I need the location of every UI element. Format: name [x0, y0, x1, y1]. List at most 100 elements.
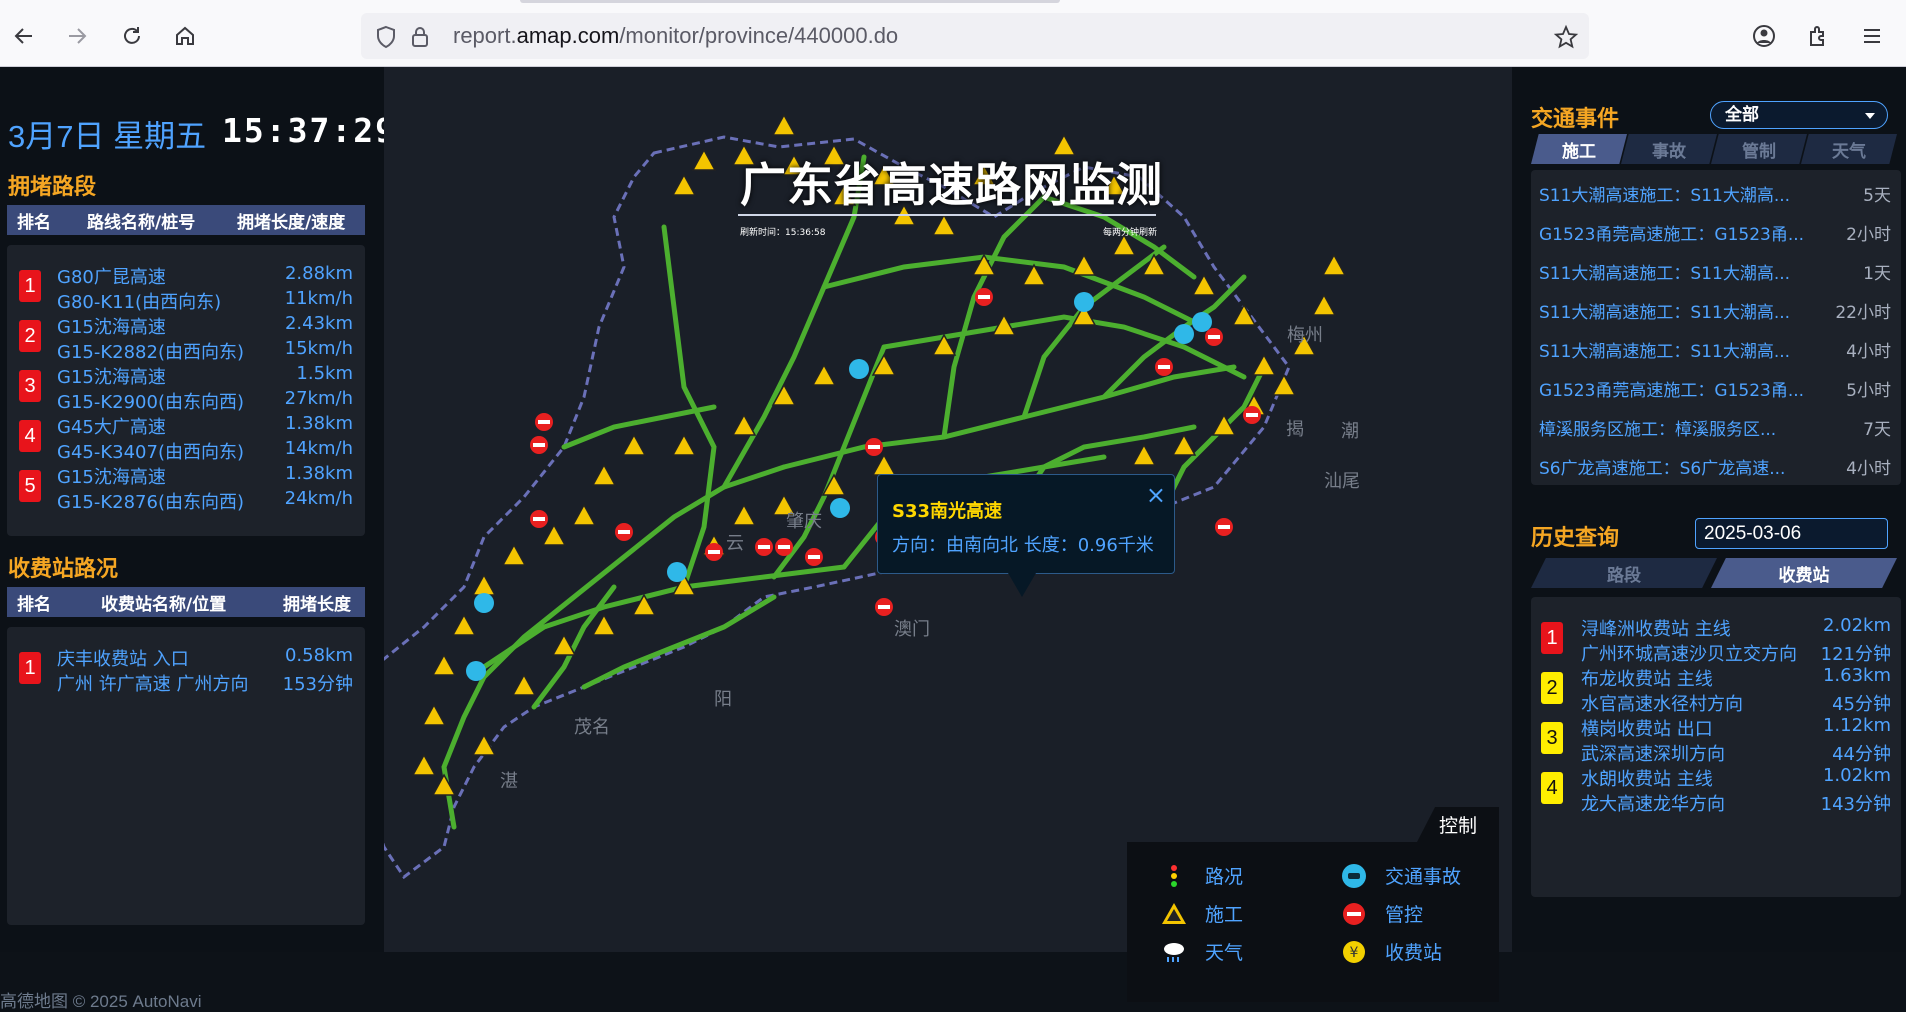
- account-button[interactable]: [1746, 18, 1782, 54]
- highway-segment[interactable]: [441, 464, 787, 830]
- construction-marker-icon[interactable]: [771, 113, 797, 136]
- url-text[interactable]: report.amap.com/monitor/province/440000.…: [453, 23, 898, 49]
- accident-marker-icon[interactable]: [830, 498, 850, 518]
- lock-icon[interactable]: [407, 24, 433, 50]
- back-button[interactable]: [6, 18, 42, 54]
- construction-marker-icon[interactable]: [1271, 373, 1297, 396]
- event-item[interactable]: S11大潮高速施工：S11大潮高... 5天: [1531, 174, 1901, 213]
- accident-marker-icon[interactable]: [1192, 312, 1212, 332]
- construction-marker-icon[interactable]: [431, 773, 457, 796]
- history-toll-row[interactable]: 4 水朗收费站 主线 龙大高速龙华方向 1.02km 143分钟: [1531, 759, 1901, 820]
- construction-marker-icon[interactable]: [551, 633, 577, 656]
- highway-segment[interactable]: [781, 364, 1237, 470]
- construction-marker-icon[interactable]: [1111, 233, 1137, 256]
- legend-item-construction[interactable]: 施工: [1161, 900, 1243, 927]
- menu-button[interactable]: [1854, 18, 1890, 54]
- highway-segment[interactable]: [531, 584, 617, 710]
- event-list[interactable]: S11大潮高速施工：S11大潮高... 5天 G1523甬莞高速施工：G1523甬.…: [1531, 170, 1901, 485]
- extensions-button[interactable]: [1800, 18, 1836, 54]
- history-list[interactable]: 1 浔峰洲收费站 主线 广州环城高速沙贝立交方向 2.02km 121分钟 2 布龙收费站 …: [1531, 597, 1901, 897]
- construction-marker-icon[interactable]: [811, 363, 837, 386]
- event-item[interactable]: S11大潮高速施工：S11大潮高... 1天: [1531, 252, 1901, 291]
- event-item[interactable]: S6广龙高速施工：S6广龙高速... 4小时: [1531, 447, 1901, 485]
- construction-marker-icon[interactable]: [571, 503, 597, 526]
- reload-button[interactable]: [114, 18, 150, 54]
- event-item[interactable]: S11大潮高速施工：S11大潮高... 4小时: [1531, 330, 1901, 369]
- construction-marker-icon[interactable]: [471, 733, 497, 756]
- app-body: 3月7日 星期五 15:37:29 拥堵路段 排名 路线名称/桩号 拥堵长度/速…: [0, 67, 1906, 1011]
- construction-marker-icon[interactable]: [1311, 293, 1337, 316]
- construction-marker-icon[interactable]: [1021, 263, 1047, 286]
- bookmark-star-icon[interactable]: [1553, 24, 1579, 50]
- construction-marker-icon[interactable]: [1251, 353, 1277, 376]
- accident-marker-icon[interactable]: [474, 593, 494, 613]
- accident-marker-icon[interactable]: [667, 562, 687, 582]
- construction-marker-icon[interactable]: [691, 148, 717, 171]
- construction-marker-icon[interactable]: [731, 503, 757, 526]
- rank-badge: 4: [1541, 772, 1563, 804]
- construction-marker-icon[interactable]: [671, 433, 697, 456]
- construction-marker-icon[interactable]: [671, 173, 697, 196]
- event-item[interactable]: G1523甬莞高速施工：G1523甬... 5小时: [1531, 369, 1901, 408]
- construction-marker-icon[interactable]: [1171, 433, 1197, 456]
- home-button[interactable]: [167, 18, 203, 54]
- accident-marker-icon[interactable]: [1174, 324, 1194, 344]
- no-entry-bar: [538, 420, 550, 424]
- accident-marker-icon[interactable]: [1074, 292, 1094, 312]
- tab-control[interactable]: 管制: [1711, 134, 1807, 164]
- construction-marker-icon[interactable]: [511, 673, 537, 696]
- event-item[interactable]: G1523甬莞高速施工：G1523甬... 2小时: [1531, 213, 1901, 252]
- construction-marker-icon[interactable]: [621, 433, 647, 456]
- construction-marker-icon[interactable]: [431, 653, 457, 676]
- construction-marker-icon[interactable]: [411, 753, 437, 776]
- event-filter-select[interactable]: 全部: [1710, 101, 1888, 129]
- event-tabs: 施工 事故 管制 天气: [1531, 134, 1897, 164]
- legend-item-traffic[interactable]: 路况: [1161, 862, 1243, 889]
- shield-icon[interactable]: [373, 24, 399, 50]
- construction-marker-icon[interactable]: [731, 413, 757, 436]
- construction-marker-icon[interactable]: [931, 213, 957, 236]
- close-icon[interactable]: ×: [1146, 481, 1166, 509]
- congestion-length: 1.38km: [284, 413, 353, 434]
- highway-segment[interactable]: [561, 404, 717, 450]
- construction-marker-icon[interactable]: [501, 543, 527, 566]
- toll-list[interactable]: 1 庆丰收费站 入口 广州 许广高速 广州方向 0.58km 153分钟: [7, 627, 365, 925]
- construction-marker-icon[interactable]: [451, 613, 477, 636]
- construction-marker-icon[interactable]: [1321, 253, 1347, 276]
- highway-segment[interactable]: [1161, 364, 1267, 510]
- event-item[interactable]: S11大潮高速施工：S11大潮高... 22小时: [1531, 291, 1901, 330]
- tab-accident[interactable]: 事故: [1621, 134, 1717, 164]
- construction-marker-icon[interactable]: [1131, 443, 1157, 466]
- road-popup[interactable]: S33南光高速 方向：由南向北 长度：0.96千米 ×: [877, 474, 1175, 574]
- construction-marker-icon[interactable]: [591, 613, 617, 636]
- congestion-list[interactable]: 1 G80广昆高速 G80-K11(由西向东) 2.88km 11km/h 2 G15沈海高…: [7, 245, 365, 536]
- tab-weather[interactable]: 天气: [1801, 134, 1897, 164]
- address-bar[interactable]: report.amap.com/monitor/province/440000.…: [361, 13, 1589, 59]
- tab-construction[interactable]: 施工: [1531, 134, 1627, 164]
- construction-marker-icon[interactable]: [1191, 273, 1217, 296]
- accident-marker-icon[interactable]: [849, 359, 869, 379]
- history-date-input[interactable]: 2025-03-06: [1695, 518, 1888, 549]
- tab-toll-station[interactable]: 收费站: [1711, 558, 1897, 588]
- construction-marker-icon[interactable]: [421, 703, 447, 726]
- event-item[interactable]: 樟溪服务区施工：樟溪服务区... 7天: [1531, 408, 1901, 447]
- construction-marker-icon[interactable]: [871, 453, 897, 476]
- toll-length: 1.12km: [1822, 715, 1891, 736]
- construction-marker-icon[interactable]: [1231, 303, 1257, 326]
- legend-item-accident[interactable]: 交通事故: [1341, 862, 1461, 889]
- rank-badge: 2: [19, 320, 41, 352]
- accident-marker-icon[interactable]: [466, 661, 486, 681]
- toll-row[interactable]: 1 庆丰收费站 入口 广州 许广高速 广州方向 0.58km 153分钟: [7, 639, 365, 700]
- toll-name: 横岗收费站 出口: [1581, 719, 1713, 740]
- forward-button[interactable]: [59, 18, 95, 54]
- construction-icon: [1162, 902, 1186, 924]
- construction-marker-icon[interactable]: [1071, 253, 1097, 276]
- construction-marker-icon[interactable]: [541, 523, 567, 546]
- history-title: 历史查询: [1531, 526, 1620, 551]
- event-text: S11大潮高速施工：S11大潮高...: [1539, 186, 1791, 206]
- legend-item-control[interactable]: 管控: [1341, 900, 1423, 927]
- congestion-row[interactable]: 5 G15沈海高速 G15-K2876(由东向西) 1.38km 24km/h: [7, 457, 365, 518]
- construction-marker-icon[interactable]: [591, 463, 617, 486]
- tab-road-segment[interactable]: 路段: [1531, 558, 1717, 588]
- construction-marker-icon[interactable]: [471, 573, 497, 596]
